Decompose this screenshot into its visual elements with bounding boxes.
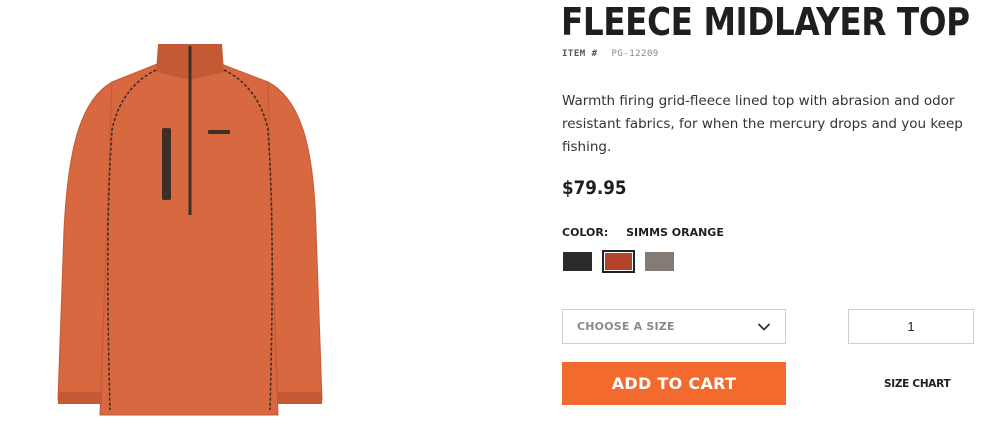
chevron-down-icon [758, 323, 770, 330]
color-swatch-simms-orange[interactable] [602, 250, 635, 273]
item-number-row: ITEM # PG-12209 [562, 49, 659, 59]
fleece-top-illustration [57, 44, 323, 416]
color-row: COLOR: SIMMS ORANGE [562, 226, 724, 239]
add-to-cart-button[interactable]: ADD TO CART [562, 362, 786, 405]
product-title: FLEECE MIDLAYER TOP [561, 0, 970, 44]
item-number-value: PG-12209 [611, 49, 659, 59]
brand-logo [208, 130, 230, 134]
size-select-placeholder: CHOOSE A SIZE [577, 320, 675, 333]
product-image [40, 30, 340, 425]
chest-pocket-zipper [162, 128, 171, 200]
color-swatch-gray[interactable] [643, 250, 676, 273]
size-select[interactable]: CHOOSE A SIZE [562, 309, 786, 344]
product-description: Warmth firing grid-fleece lined top with… [562, 93, 963, 155]
color-swatches [561, 250, 676, 273]
quantity-input[interactable] [848, 309, 974, 344]
selected-color-name: SIMMS ORANGE [626, 226, 724, 239]
color-label: COLOR: [562, 226, 609, 239]
product-price: $79.95 [562, 177, 627, 199]
size-chart-link[interactable]: SIZE CHART [884, 378, 951, 390]
item-number-label: ITEM # [562, 49, 598, 59]
color-swatch-black[interactable] [561, 250, 594, 273]
